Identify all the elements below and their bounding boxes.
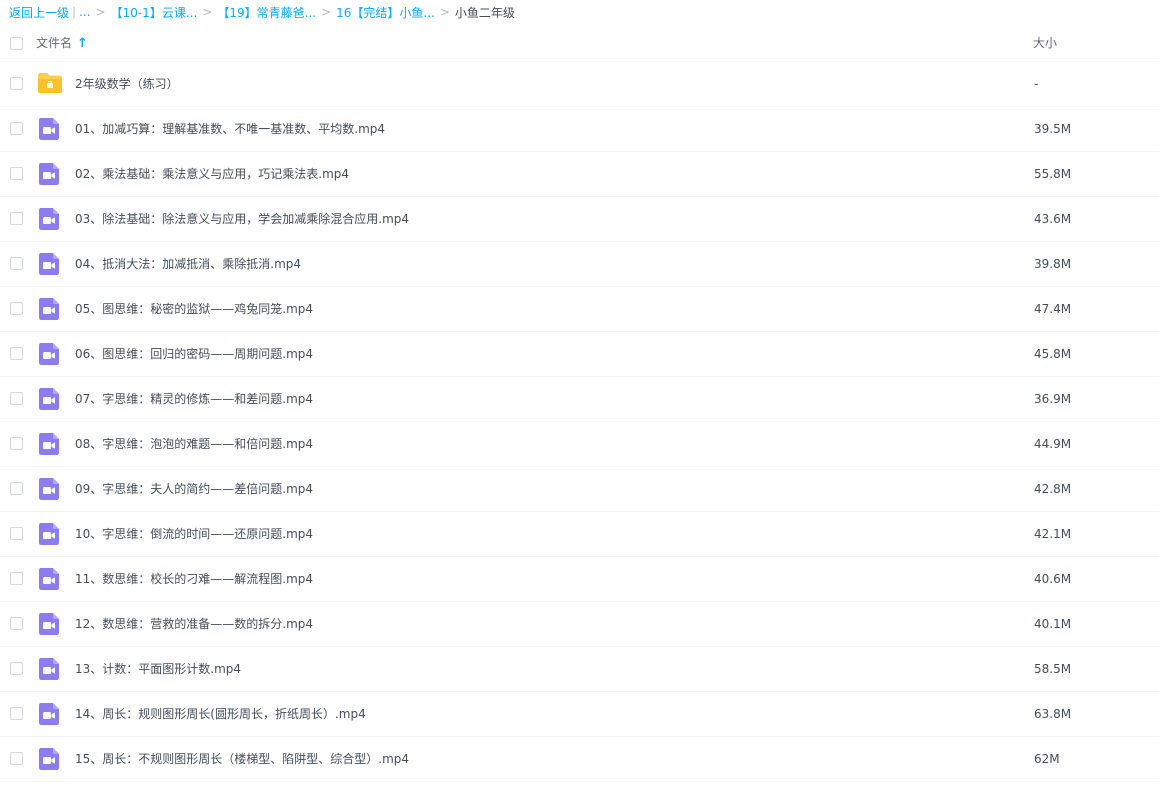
file-checkbox[interactable] [10,437,23,450]
file-checkbox[interactable] [10,77,23,90]
chevron-right-icon: > [95,5,106,19]
file-checkbox[interactable] [10,392,23,405]
file-size: 42.1M [1034,527,1072,541]
chevron-right-icon: > [321,5,332,19]
file-name[interactable]: 06、图思维：回归的密码——周期问题.mp4 [75,332,313,376]
file-checkbox[interactable] [10,527,23,540]
file-row[interactable]: 06、图思维：回归的密码——周期问题.mp4 45.8M [0,332,1159,377]
video-file-icon [37,477,61,501]
file-size: 47.4M [1034,302,1072,316]
file-checkbox[interactable] [10,167,23,180]
file-row[interactable]: 15、周长：不规则图形周长（楼梯型、陷阱型、综合型）.mp4 62M [0,737,1159,782]
video-file-icon [37,747,61,771]
file-checkbox[interactable] [10,212,23,225]
file-row[interactable]: 02、乘法基础：乘法意义与应用，巧记乘法表.mp4 55.8M [0,152,1159,197]
file-size: 58.5M [1034,662,1072,676]
file-size: 44.9M [1034,437,1072,451]
video-file-icon [37,612,61,636]
video-file-icon [37,702,61,726]
video-file-icon [37,657,61,681]
file-checkbox[interactable] [10,257,23,270]
file-size: 45.8M [1034,347,1072,361]
file-checkbox[interactable] [10,662,23,675]
file-name[interactable]: 10、字思维：倒流的时间——还原问题.mp4 [75,512,313,556]
file-name[interactable]: 04、抵消大法：加减抵消、乘除抵消.mp4 [75,242,301,286]
video-file-icon [37,117,61,141]
file-size: 36.9M [1034,392,1072,406]
crumb-item[interactable]: 16【完结】小鱼... [336,4,435,21]
file-row[interactable]: 11、数思维：校长的刁难——解流程图.mp4 40.6M [0,557,1159,602]
file-size: 63.8M [1034,707,1072,721]
file-name[interactable]: 13、计数：平面图形计数.mp4 [75,647,241,691]
file-name[interactable]: 08、字思维：泡泡的难题——和倍问题.mp4 [75,422,313,466]
crumb-ellipsis[interactable]: ... [79,5,90,19]
file-size: 55.8M [1034,167,1072,181]
file-checkbox[interactable] [10,572,23,585]
video-file-icon [37,387,61,411]
file-name[interactable]: 01、加减巧算：理解基准数、不唯一基准数、平均数.mp4 [75,107,385,151]
file-checkbox[interactable] [10,617,23,630]
file-name[interactable]: 02、乘法基础：乘法意义与应用，巧记乘法表.mp4 [75,152,349,196]
file-row[interactable]: 09、字思维：夫人的简约——差倍问题.mp4 42.8M [0,467,1159,512]
video-file-icon [37,522,61,546]
file-name[interactable]: 03、除法基础：除法意义与应用，学会加减乘除混合应用.mp4 [75,197,409,241]
file-checkbox[interactable] [10,347,23,360]
file-size: 40.1M [1034,617,1072,631]
file-row[interactable]: 05、图思维：秘密的监狱——鸡兔同笼.mp4 47.4M [0,287,1159,332]
crumb-item[interactable]: 【10-1】云课... [111,4,198,21]
size-column-label[interactable]: 大小 [1033,24,1057,62]
file-list-header: 文件名 ↑ 大小 [0,24,1159,62]
file-row[interactable]: 2年级数学（练习） - [0,62,1159,107]
file-row[interactable]: 12、数思维：营救的准备——数的拆分.mp4 40.1M [0,602,1159,647]
sort-ascending-icon: ↑ [77,36,88,51]
crumb-item[interactable]: 【19】常青藤爸... [217,4,316,21]
file-list: 2年级数学（练习） - 01、加减巧算：理解基准数、不唯一基准数、平均数.mp4 39… [0,62,1159,782]
file-name[interactable]: 12、数思维：营救的准备——数的拆分.mp4 [75,602,313,646]
select-all-checkbox[interactable] [10,37,23,50]
file-row[interactable]: 07、字思维：精灵的修炼——和差问题.mp4 36.9M [0,377,1159,422]
folder-icon [37,72,62,96]
file-row[interactable]: 13、计数：平面图形计数.mp4 58.5M [0,647,1159,692]
back-link[interactable]: 返回上一级 [9,4,69,21]
video-file-icon [37,252,61,276]
file-name[interactable]: 09、字思维：夫人的简约——差倍问题.mp4 [75,467,313,511]
sort-by-name[interactable]: 文件名 ↑ [36,24,88,62]
file-row[interactable]: 03、除法基础：除法意义与应用，学会加减乘除混合应用.mp4 43.6M [0,197,1159,242]
file-name[interactable]: 14、周长：规则图形周长(圆形周长，折纸周长）.mp4 [75,692,366,736]
file-name[interactable]: 11、数思维：校长的刁难——解流程图.mp4 [75,557,313,601]
file-size: - [1034,77,1039,91]
file-size: 39.5M [1034,122,1072,136]
file-name[interactable]: 2年级数学（练习） [75,62,179,106]
video-file-icon [37,342,61,366]
file-checkbox[interactable] [10,122,23,135]
file-row[interactable]: 04、抵消大法：加减抵消、乘除抵消.mp4 39.8M [0,242,1159,287]
breadcrumb: 返回上一级 | ... > 【10-1】云课... > 【19】常青藤爸... … [9,0,515,24]
name-column-label: 文件名 [36,36,73,50]
file-checkbox[interactable] [10,482,23,495]
crumb-current: 小鱼二年级 [454,5,515,20]
video-file-icon [37,207,61,231]
file-size: 42.8M [1034,482,1072,496]
file-size: 40.6M [1034,572,1072,586]
file-name[interactable]: 05、图思维：秘密的监狱——鸡兔同笼.mp4 [75,287,313,331]
video-file-icon [37,297,61,321]
file-row[interactable]: 08、字思维：泡泡的难题——和倍问题.mp4 44.9M [0,422,1159,467]
video-file-icon [37,162,61,186]
chevron-right-icon: > [439,5,450,19]
file-row[interactable]: 01、加减巧算：理解基准数、不唯一基准数、平均数.mp4 39.5M [0,107,1159,152]
video-file-icon [37,567,61,591]
crumb-divider: | [72,5,77,19]
file-checkbox[interactable] [10,302,23,315]
file-checkbox[interactable] [10,707,23,720]
file-checkbox[interactable] [10,752,23,765]
chevron-right-icon: > [202,5,213,19]
file-size: 39.8M [1034,257,1072,271]
file-size: 62M [1034,752,1060,766]
file-name[interactable]: 15、周长：不规则图形周长（楼梯型、陷阱型、综合型）.mp4 [75,737,409,781]
video-file-icon [37,432,61,456]
file-row[interactable]: 10、字思维：倒流的时间——还原问题.mp4 42.1M [0,512,1159,557]
file-size: 43.6M [1034,212,1072,226]
file-name[interactable]: 07、字思维：精灵的修炼——和差问题.mp4 [75,377,313,421]
file-row[interactable]: 14、周长：规则图形周长(圆形周长，折纸周长）.mp4 63.8M [0,692,1159,737]
